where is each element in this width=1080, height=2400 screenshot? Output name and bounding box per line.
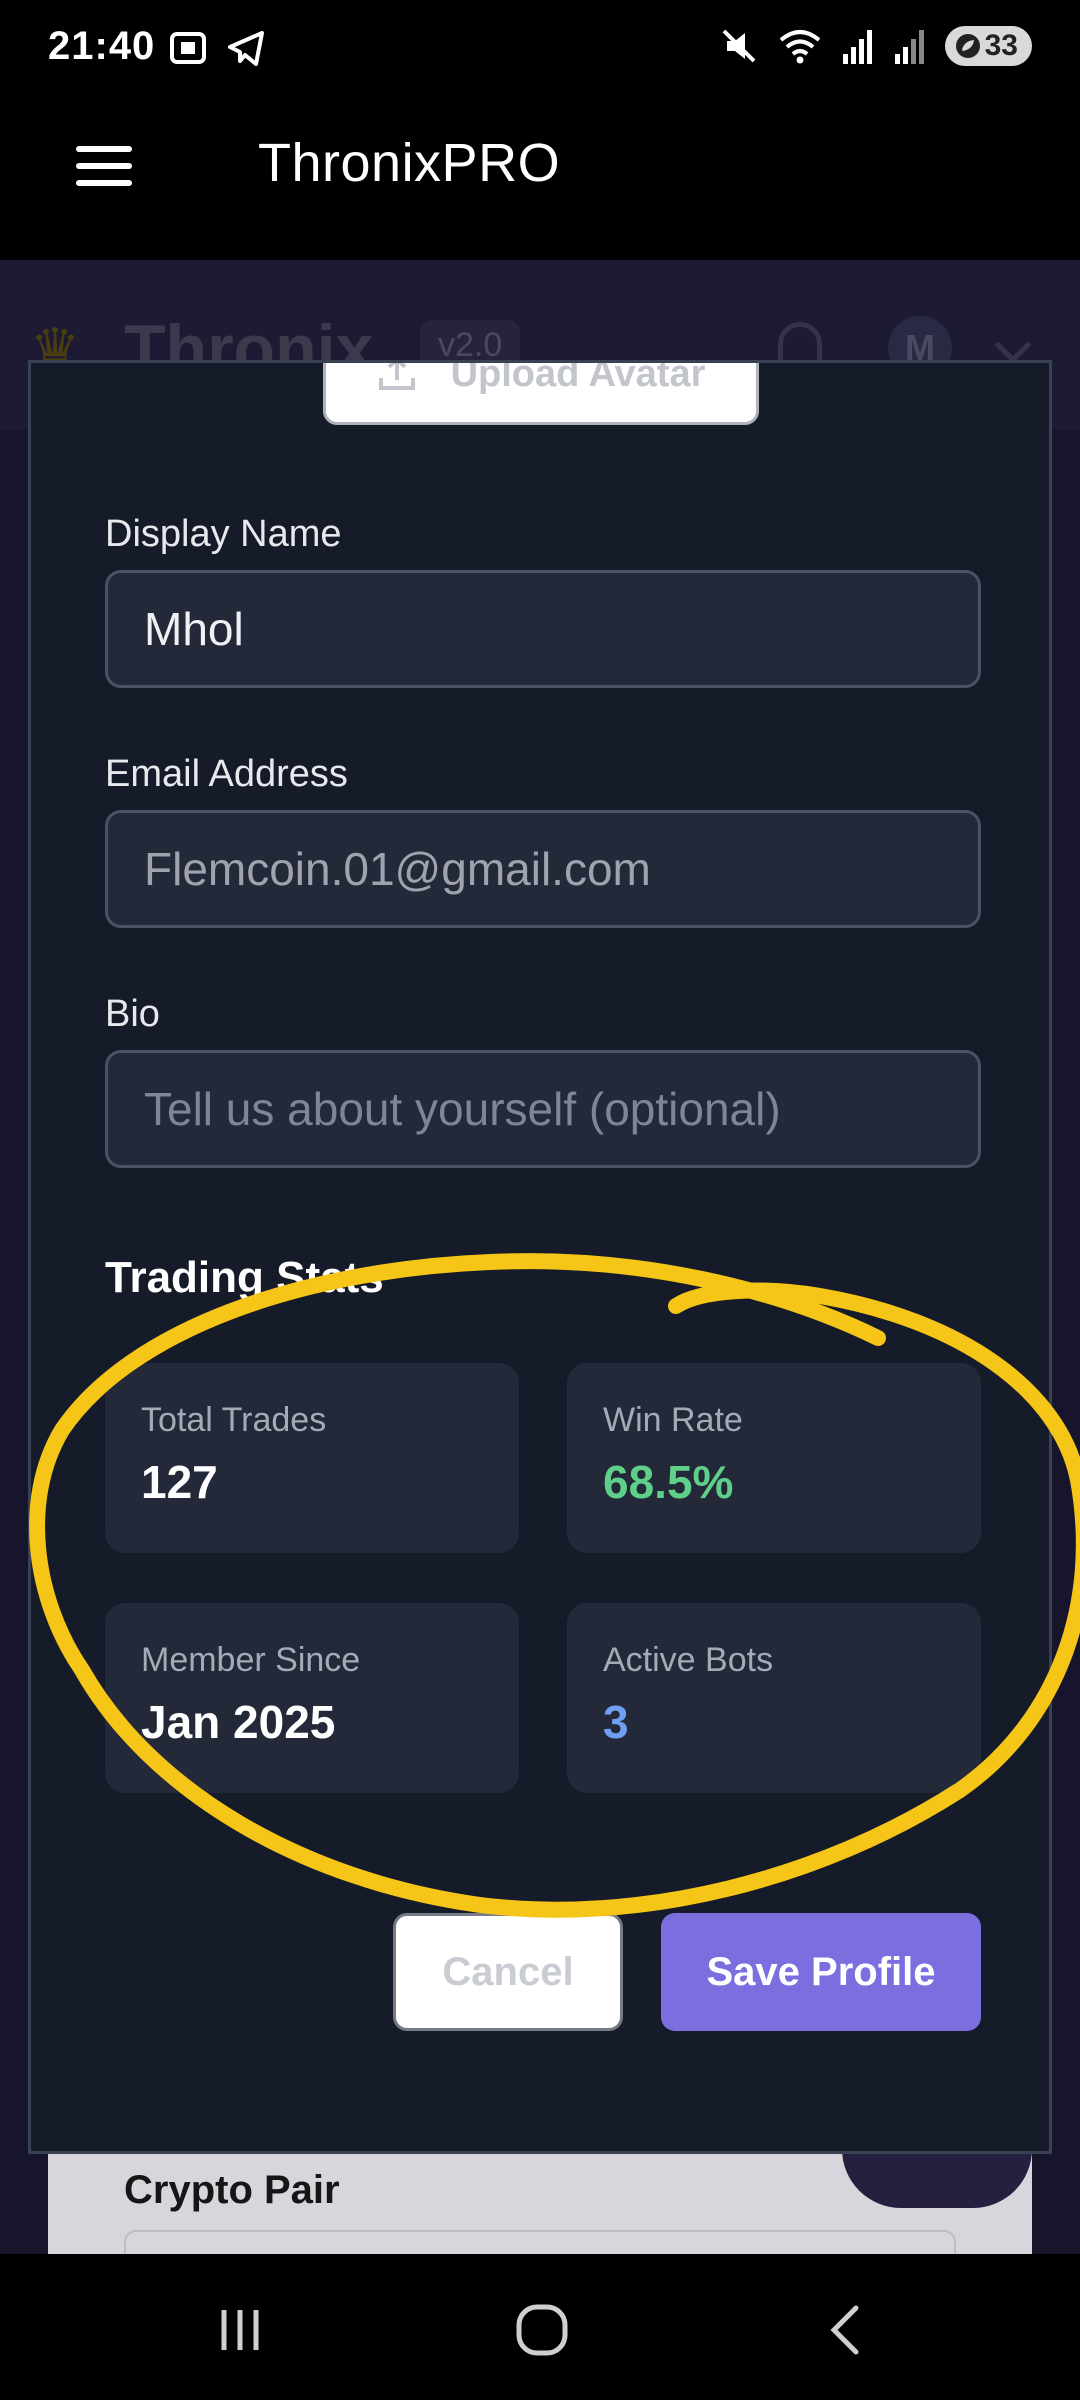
hamburger-icon[interactable] [76,146,132,186]
crypto-pair-label: Crypto Pair [124,2168,340,2212]
save-profile-button[interactable]: Save Profile [661,1913,981,2031]
status-right-icons: 33 [719,26,1032,66]
crypto-pair-field [124,2230,956,2254]
signal-icon [842,30,872,64]
stat-card-total-trades: Total Trades 127 [105,1363,519,1553]
stat-label: Win Rate [603,1401,743,1439]
stat-value: Jan 2025 [141,1696,336,1748]
cancel-button[interactable]: Cancel [393,1913,623,2031]
status-bar: 21:40 33 [0,0,1080,96]
email-input[interactable] [105,810,981,928]
trading-stats-title: Trading Stats [105,1253,384,1302]
display-name-label: Display Name [105,513,342,555]
battery-level: 33 [984,29,1018,62]
telegram-icon [228,31,264,66]
edit-profile-modal: Upload Avatar Display Name Email Address… [28,360,1052,2154]
email-label: Email Address [105,753,348,795]
stat-card-member-since: Member Since Jan 2025 [105,1603,519,1793]
battery-saver-icon [955,34,980,58]
display-name-input[interactable] [105,570,981,688]
app-title: ThronixPRO [258,133,561,193]
status-left-icons [168,28,266,68]
wifi-icon [779,30,820,64]
stat-value: 68.5% [603,1456,734,1508]
stat-card-win-rate: Win Rate 68.5% [567,1363,981,1553]
screenshot-icon [170,32,206,64]
recents-icon[interactable] [200,2290,280,2370]
stat-label: Active Bots [603,1641,774,1679]
stat-value: 127 [141,1456,218,1508]
bio-input[interactable] [105,1050,981,1168]
system-nav-bar [0,2254,1080,2400]
battery-indicator: 33 [944,26,1032,66]
stat-value: 3 [603,1696,629,1748]
bio-label: Bio [105,993,160,1035]
back-icon[interactable] [806,2290,886,2370]
upload-avatar-button[interactable]: Upload Avatar [323,360,759,425]
signal-icon [894,30,924,64]
upload-avatar-label: Upload Avatar [450,360,706,395]
stat-label: Member Since [141,1641,361,1679]
app-header: ThronixPRO [0,96,1080,260]
status-time: 21:40 [48,24,156,68]
upload-icon [378,363,415,390]
stat-label: Total Trades [141,1401,327,1439]
mute-icon [722,29,756,63]
home-icon[interactable] [502,2290,582,2370]
stat-card-active-bots: Active Bots 3 [567,1603,981,1793]
